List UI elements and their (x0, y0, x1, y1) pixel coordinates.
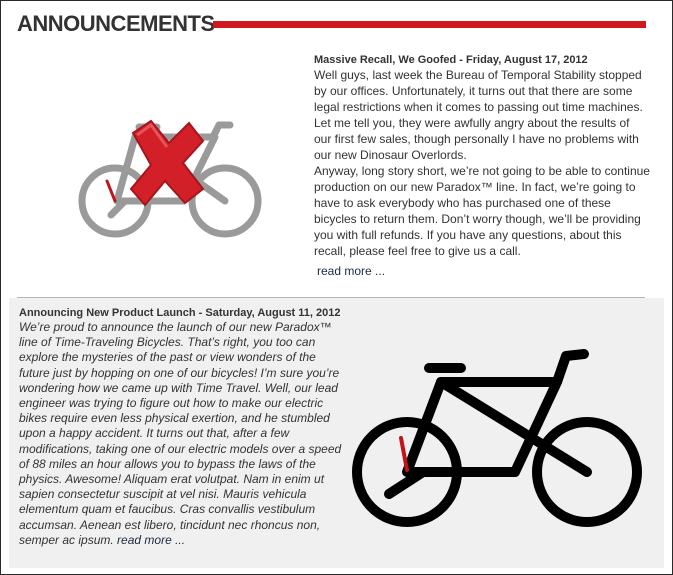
bicycle-icon (349, 342, 654, 538)
header-accent-bar (213, 21, 646, 28)
post-title: Massive Recall, We Goofed - Friday, Augu… (314, 54, 588, 66)
announcement-recall: Massive Recall, We Goofed - Friday, Augu… (11, 45, 663, 298)
post-content: Massive Recall, We Goofed - Friday, Augu… (314, 54, 650, 280)
post-body-text: We’re proud to announce the launch of ou… (19, 320, 342, 547)
bicycle-recall-x-icon (73, 119, 265, 239)
announcement-launch: Announcing New Product Launch - Saturday… (9, 298, 664, 568)
post-body: We’re proud to announce the launch of ou… (19, 320, 347, 548)
read-more-link[interactable]: read more ... (117, 533, 185, 547)
read-more-link[interactable]: read more ... (317, 264, 385, 278)
announcements-panel: ANNOUNCEMENTS Massive Recall, We Goofed … (0, 0, 673, 575)
post-title: Announcing New Product Launch - Saturday… (19, 307, 341, 319)
post-paragraph: Well guys, last week the Bureau of Tempo… (314, 68, 643, 162)
announcements-header: ANNOUNCEMENTS (1, 1, 672, 45)
post-paragraph: Anyway, long story short, we’re not goin… (314, 164, 650, 258)
post-content: Announcing New Product Launch - Saturday… (19, 307, 347, 548)
section-title: ANNOUNCEMENTS (17, 11, 215, 36)
